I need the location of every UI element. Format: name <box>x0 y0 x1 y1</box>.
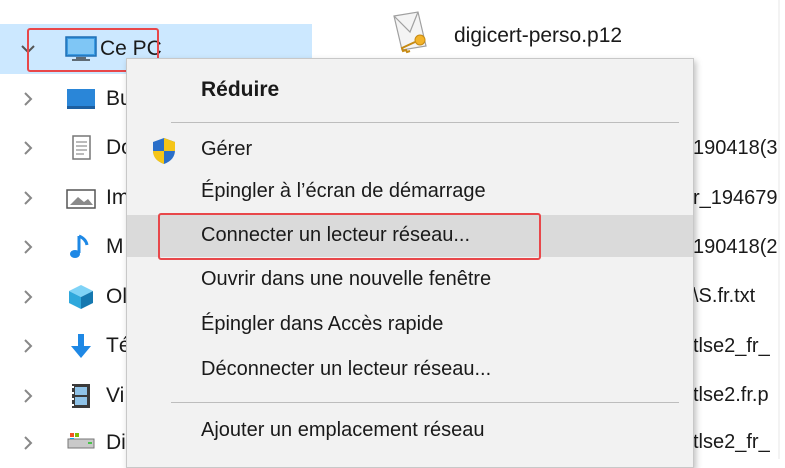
file-name-fragment[interactable]: \S.fr.txt <box>693 285 755 308</box>
chevron-right-icon[interactable] <box>18 89 38 109</box>
certificate-file-icon[interactable] <box>388 10 434 54</box>
chevron-right-icon[interactable] <box>18 287 38 307</box>
file-name-fragment[interactable]: 190418(2 <box>693 236 778 259</box>
chevron-right-icon[interactable] <box>18 336 38 356</box>
drive-icon <box>64 430 98 458</box>
menu-item-label: Gérer <box>201 138 253 160</box>
tree-item-label: Di <box>106 431 126 454</box>
menu-item-label: Ouvrir dans une nouvelle fenêtre <box>201 268 492 290</box>
menu-item-label: Déconnecter un lecteur réseau... <box>201 358 492 380</box>
images-icon <box>64 185 98 213</box>
menu-item-ouvrir-nouvelle-fenetre[interactable]: Ouvrir dans une nouvelle fenêtre <box>127 259 693 301</box>
menu-separator <box>171 402 679 403</box>
scrollbar-track[interactable] <box>778 0 780 459</box>
objects-3d-icon <box>64 283 98 311</box>
file-name[interactable]: digicert-perso.p12 <box>454 24 622 48</box>
file-name-fragment[interactable]: tlse2.fr.p <box>693 384 769 407</box>
chevron-right-icon[interactable] <box>18 138 38 158</box>
menu-item-epingler-acces-rapide[interactable]: Épingler dans Accès rapide <box>127 304 693 346</box>
menu-item-label: Ajouter un emplacement réseau <box>201 419 485 441</box>
file-name-fragment[interactable]: r_194679 <box>693 187 778 210</box>
downloads-icon <box>64 332 98 360</box>
chevron-right-icon[interactable] <box>18 237 38 257</box>
file-name-fragment[interactable]: tlse2_fr_ <box>693 335 770 358</box>
videos-icon <box>64 382 98 410</box>
menu-item-label: Réduire <box>201 78 280 101</box>
documents-icon <box>64 134 98 162</box>
menu-item-label: Épingler à l’écran de démarrage <box>201 180 486 202</box>
file-name-fragment[interactable]: tlse2_fr_ <box>693 431 770 454</box>
menu-separator <box>171 122 679 123</box>
tree-item-label: Ol <box>106 285 127 308</box>
tree-item-label: M <box>106 235 124 258</box>
menu-item-epingler-demarrage[interactable]: Épingler à l’écran de démarrage <box>127 171 693 213</box>
menu-item-label: Épingler dans Accès rapide <box>201 313 444 335</box>
desktop-icon <box>64 86 98 114</box>
context-menu: Réduire Gérer Épingler à l’écran de déma… <box>126 58 694 468</box>
menu-item-reduire[interactable]: Réduire <box>127 69 693 111</box>
music-icon <box>64 233 98 261</box>
chevron-right-icon[interactable] <box>18 433 38 453</box>
shield-icon <box>149 136 179 166</box>
tree-item-label: Vi <box>106 384 125 407</box>
menu-item-gerer[interactable]: Gérer <box>127 129 693 171</box>
menu-item-deconnecter-lecteur-reseau[interactable]: Déconnecter un lecteur réseau... <box>127 349 693 391</box>
menu-item-ajouter-emplacement-reseau[interactable]: Ajouter un emplacement réseau <box>127 410 693 452</box>
chevron-right-icon[interactable] <box>18 188 38 208</box>
chevron-right-icon[interactable] <box>18 386 38 406</box>
file-name-fragment[interactable]: 190418(3 <box>693 137 778 160</box>
annotation-highlight-connecter <box>158 213 541 260</box>
